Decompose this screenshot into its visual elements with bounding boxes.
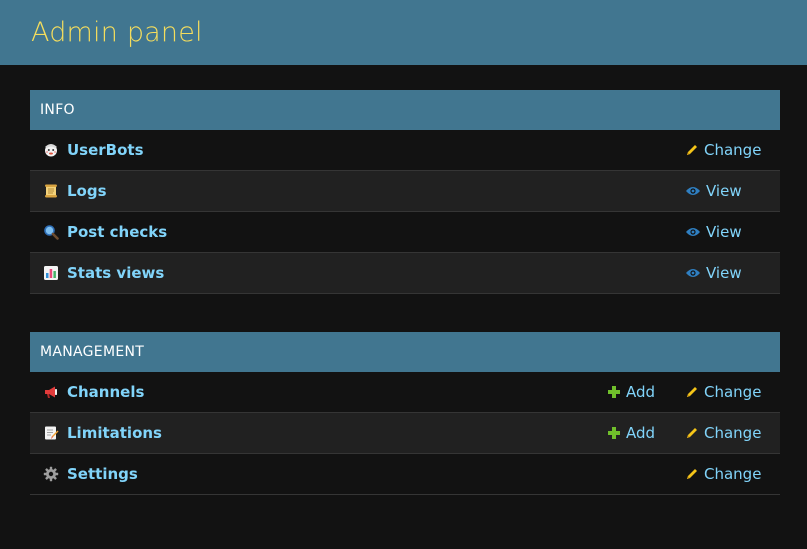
model-row-post-checks: Post checks View [30, 212, 780, 253]
eye-icon [685, 185, 701, 197]
pencil-icon [685, 143, 699, 157]
module-management: MANAGEMENT Channels Add Change Limitatio… [30, 332, 780, 495]
pencil-icon [685, 426, 699, 440]
magnifier-icon [42, 223, 60, 241]
site-title[interactable]: Admin panel [31, 17, 203, 48]
view-label: View [706, 223, 742, 241]
view-link-stats-views[interactable]: View [685, 253, 742, 293]
add-label: Add [626, 424, 656, 442]
scroll-icon [42, 182, 60, 200]
model-link-post-checks[interactable]: Post checks [67, 223, 167, 241]
bot-face-icon [42, 141, 60, 159]
module-info: INFO UserBots Change Logs View Post chec… [30, 90, 780, 294]
view-label: View [706, 182, 742, 200]
add-link-channels[interactable]: Add [607, 372, 655, 412]
view-link-post-checks[interactable]: View [685, 212, 742, 252]
model-row-stats-views: Stats views View [30, 253, 780, 294]
model-row-settings: Settings Change [30, 454, 780, 495]
model-row-logs: Logs View [30, 171, 780, 212]
model-link-settings[interactable]: Settings [67, 465, 138, 483]
change-link-userbots[interactable]: Change [685, 130, 761, 170]
add-label: Add [626, 383, 656, 401]
model-link-userbots[interactable]: UserBots [67, 141, 144, 159]
model-row-limitations: Limitations Add Change [30, 413, 780, 454]
change-label: Change [704, 141, 762, 159]
model-link-channels[interactable]: Channels [67, 383, 144, 401]
page-header: Admin panel [0, 0, 807, 65]
change-link-channels[interactable]: Change [685, 372, 761, 412]
change-link-limitations[interactable]: Change [685, 413, 761, 453]
bar-chart-icon [42, 264, 60, 282]
model-link-limitations[interactable]: Limitations [67, 424, 162, 442]
change-label: Change [704, 383, 762, 401]
app-list: INFO UserBots Change Logs View Post chec… [0, 65, 807, 495]
memo-icon [42, 424, 60, 442]
eye-icon [685, 226, 701, 238]
eye-icon [685, 267, 701, 279]
gear-icon [42, 465, 60, 483]
pencil-icon [685, 385, 699, 399]
plus-icon [607, 385, 621, 399]
model-row-channels: Channels Add Change [30, 372, 780, 413]
megaphone-icon [42, 383, 60, 401]
model-link-stats-views[interactable]: Stats views [67, 264, 164, 282]
pencil-icon [685, 467, 699, 481]
add-link-limitations[interactable]: Add [607, 413, 655, 453]
change-label: Change [704, 424, 762, 442]
model-row-userbots: UserBots Change [30, 130, 780, 171]
module-caption-info[interactable]: INFO [30, 90, 780, 130]
change-label: Change [704, 465, 762, 483]
view-label: View [706, 264, 742, 282]
model-link-logs[interactable]: Logs [67, 182, 107, 200]
change-link-settings[interactable]: Change [685, 454, 761, 494]
plus-icon [607, 426, 621, 440]
module-caption-management[interactable]: MANAGEMENT [30, 332, 780, 372]
view-link-logs[interactable]: View [685, 171, 742, 211]
